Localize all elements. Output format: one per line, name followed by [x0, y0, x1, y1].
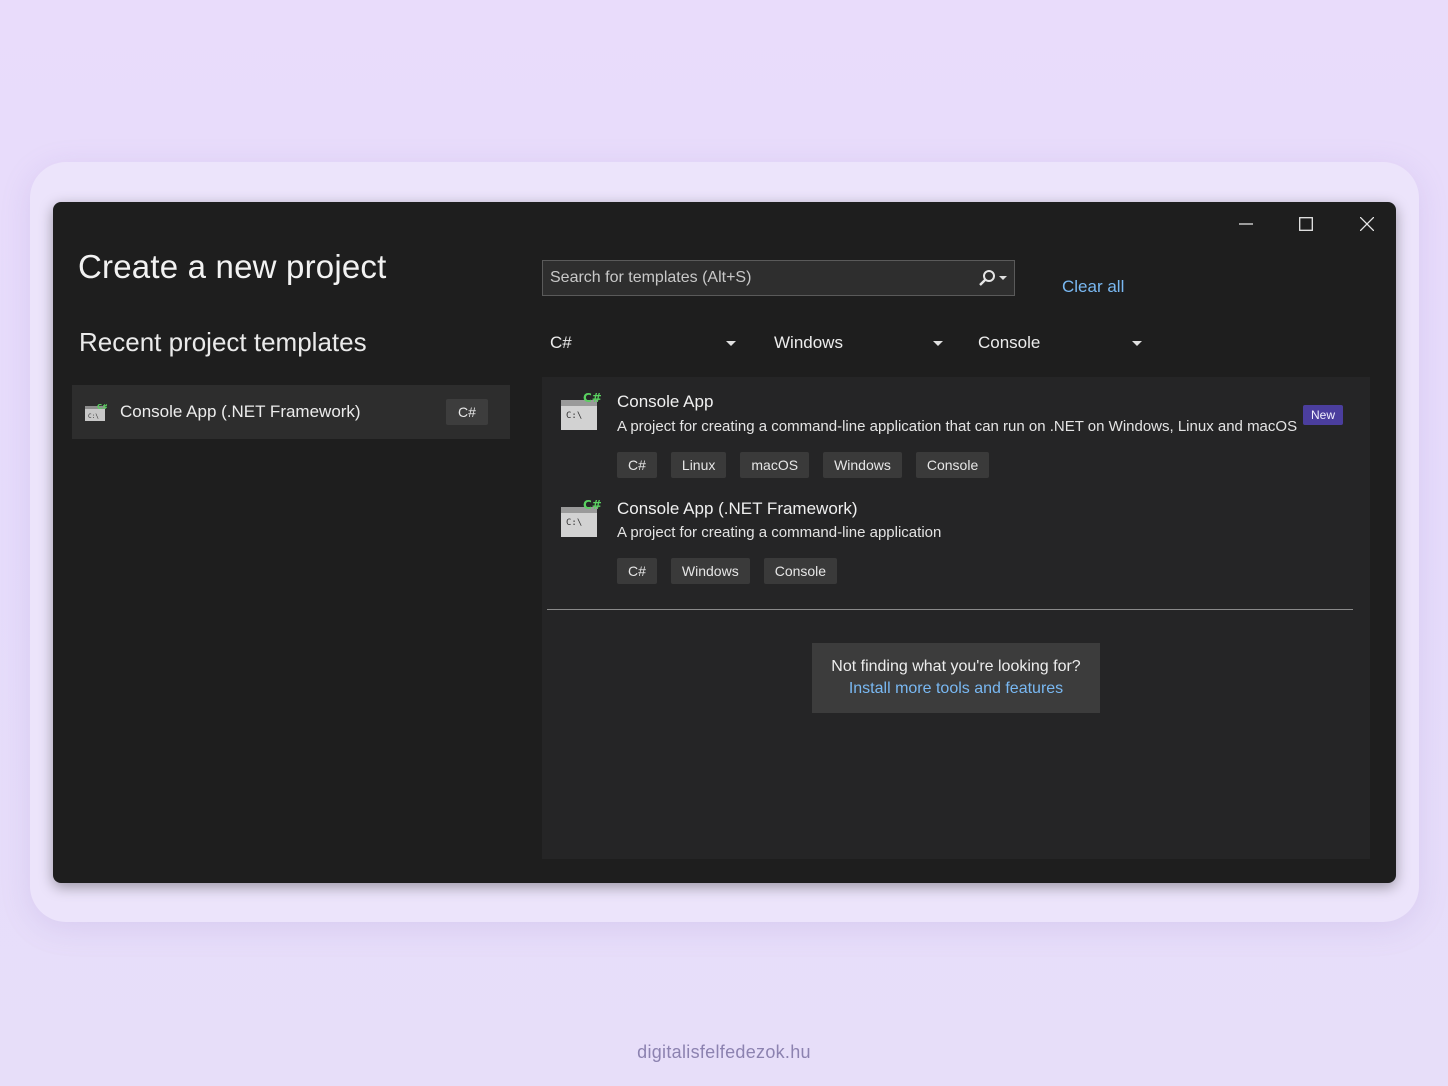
tag: C#	[617, 558, 657, 584]
close-icon	[1360, 217, 1374, 231]
tag: macOS	[740, 452, 810, 478]
search-options-button[interactable]	[970, 261, 1014, 295]
new-badge: New	[1302, 405, 1343, 425]
tag: Console	[763, 558, 838, 584]
template-description: A project for creating a command-line ap…	[617, 418, 1298, 435]
tag: Windows	[670, 558, 750, 584]
tag: Windows	[823, 452, 902, 478]
page-title: Create a new project	[78, 248, 387, 285]
create-project-dialog: Create a new project Recent project temp…	[53, 202, 1396, 883]
template-search-box[interactable]	[542, 260, 1015, 296]
results-divider	[547, 609, 1353, 610]
template-item-console-app-net-framework[interactable]: C:\ C# Console App (.NET Framework) A pr…	[542, 499, 1370, 589]
tag: Linux	[670, 452, 727, 478]
chevron-down-icon	[998, 276, 1007, 280]
install-more-tools-link[interactable]: Install more tools and features	[849, 680, 1063, 698]
template-name: Console App (.NET Framework)	[617, 499, 858, 518]
recent-templates-heading: Recent project templates	[79, 327, 367, 357]
minimize-button[interactable]	[1226, 210, 1266, 238]
template-tags: C# Windows Console	[617, 558, 851, 584]
not-finding-box: Not finding what you're looking for? Ins…	[812, 643, 1100, 713]
tag: C#	[617, 452, 657, 478]
template-name: Console App	[617, 392, 714, 411]
project-type-filter-value: Console	[978, 333, 1041, 352]
template-description: A project for creating a command-line ap…	[617, 524, 942, 541]
svg-text:C#: C#	[97, 403, 107, 411]
svg-text:C:\: C:\	[566, 411, 582, 421]
footer-watermark: digitalisfelfedezok.hu	[637, 1042, 811, 1062]
platform-filter-value: Windows	[774, 333, 843, 352]
chevron-down-icon	[933, 340, 943, 346]
tag: Console	[915, 452, 990, 478]
language-filter-dropdown[interactable]: C#	[550, 328, 736, 358]
minimize-icon	[1239, 223, 1253, 225]
svg-text:C:\: C:\	[88, 413, 99, 420]
svg-text:C:\: C:\	[566, 518, 582, 528]
recent-template-name: Console App (.NET Framework)	[120, 402, 361, 421]
template-tags: C# Linux macOS Windows Console	[617, 452, 1003, 478]
template-item-console-app[interactable]: C:\ C# Console App A project for creatin…	[542, 392, 1370, 482]
recent-template-language: C#	[446, 399, 488, 425]
search-input[interactable]	[543, 261, 970, 295]
csharp-console-icon: C:\ C#	[561, 392, 602, 430]
language-filter-value: C#	[550, 333, 572, 352]
maximize-button[interactable]	[1286, 210, 1326, 238]
project-type-filter-dropdown[interactable]: Console	[978, 328, 1142, 358]
recent-template-item[interactable]: C:\ C# Console App (.NET Framework) C#	[72, 385, 510, 439]
search-icon	[978, 270, 995, 286]
svg-text:C#: C#	[583, 392, 602, 405]
maximize-icon	[1299, 217, 1313, 231]
csharp-console-icon: C:\ C#	[561, 499, 602, 537]
clear-all-link[interactable]: Clear all	[1062, 277, 1124, 297]
template-results-panel: C:\ C# Console App A project for creatin…	[542, 377, 1370, 859]
csharp-console-icon: C:\ C#	[85, 403, 107, 421]
not-finding-text: Not finding what you're looking for?	[831, 658, 1081, 675]
chevron-down-icon	[1132, 340, 1142, 346]
chevron-down-icon	[726, 340, 736, 346]
close-button[interactable]	[1347, 210, 1387, 238]
platform-filter-dropdown[interactable]: Windows	[774, 328, 943, 358]
svg-text:C#: C#	[583, 499, 602, 512]
